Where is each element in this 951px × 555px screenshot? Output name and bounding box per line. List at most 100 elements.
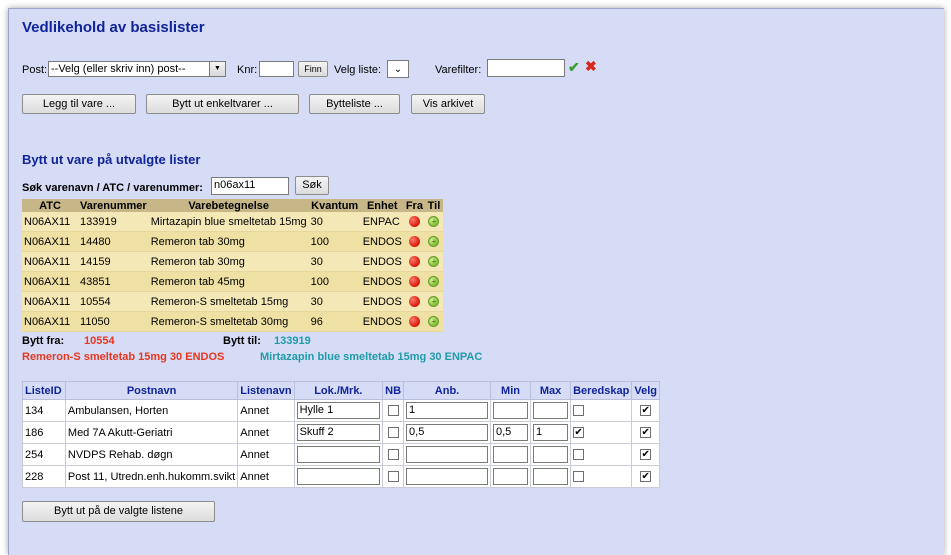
select-to-green-plus-icon[interactable]: +: [428, 216, 440, 228]
bytteliste-button[interactable]: Bytteliste ...: [309, 94, 400, 114]
table-row: N06AX11 43851 Remeron tab 45mg 100 ENDOS…: [22, 271, 443, 292]
anb-input[interactable]: [406, 468, 488, 485]
col-lok-mrk: Lok./Mrk.: [293, 381, 384, 400]
kvantum-cell: 30: [308, 291, 361, 312]
table-row: N06AX11 14480 Remeron tab 30mg 100 ENDOS…: [22, 231, 443, 252]
beredskap-checkbox[interactable]: ✔: [573, 427, 585, 439]
nb-checkbox[interactable]: [387, 405, 399, 417]
listenavn-cell: Annet: [237, 465, 295, 488]
velg-checkbox[interactable]: ✔: [640, 405, 652, 417]
col-max: Max: [530, 381, 572, 400]
til-cell[interactable]: +: [424, 212, 443, 232]
varenr-cell: 14480: [78, 231, 149, 252]
enhet-cell: ENPAC: [360, 212, 404, 232]
velg-liste-dropdown[interactable]: ⌄: [387, 60, 409, 78]
beredskap-checkbox[interactable]: [573, 405, 585, 417]
select-from-red-dot-icon[interactable]: [408, 256, 420, 268]
listenavn-cell: Annet: [237, 399, 295, 422]
til-cell[interactable]: +: [424, 251, 443, 272]
select-from-red-dot-icon[interactable]: [408, 236, 420, 248]
min-cell: [489, 399, 532, 422]
til-cell[interactable]: +: [424, 311, 443, 332]
select-to-green-plus-icon[interactable]: +: [428, 296, 440, 308]
velg-checkbox[interactable]: ✔: [640, 471, 652, 483]
fra-cell[interactable]: [403, 311, 425, 332]
bytt-ut-valgte-lister-button[interactable]: Bytt ut på de valgte listene: [22, 501, 215, 522]
sok-button[interactable]: Søk: [295, 176, 329, 195]
max-input[interactable]: [533, 402, 569, 419]
anb-input[interactable]: 1: [406, 402, 488, 419]
velg-checkbox[interactable]: ✔: [640, 449, 652, 461]
select-from-red-dot-icon[interactable]: [408, 216, 420, 228]
anb-input[interactable]: 0,5: [406, 424, 488, 441]
velg-checkbox[interactable]: ✔: [640, 427, 652, 439]
min-input[interactable]: 0,5: [493, 424, 529, 441]
lok-input[interactable]: Hylle 1: [296, 402, 381, 419]
max-input[interactable]: [533, 468, 569, 485]
til-cell[interactable]: +: [424, 271, 443, 292]
atc-cell: N06AX11: [22, 271, 79, 292]
varebetegnelse-cell: Remeron-S smeltetab 15mg: [148, 291, 309, 312]
search-label: Søk varenavn / ATC / varenummer:: [22, 182, 203, 194]
col-postnavn: Postnavn: [64, 381, 239, 400]
min-input[interactable]: [493, 468, 529, 485]
fra-cell[interactable]: [403, 271, 425, 292]
fra-cell[interactable]: [403, 291, 425, 312]
finn-button[interactable]: Finn: [298, 61, 328, 77]
lok-input[interactable]: Skuff 2: [296, 424, 381, 441]
nb-cell: [382, 443, 405, 466]
fra-cell[interactable]: [403, 231, 425, 252]
lok-input[interactable]: [296, 468, 381, 485]
nb-cell: [382, 465, 405, 488]
min-cell: 0,5: [489, 421, 532, 444]
min-input[interactable]: [493, 446, 529, 463]
nb-checkbox[interactable]: [387, 471, 399, 483]
apply-filter-check-icon[interactable]: ✔: [568, 59, 580, 76]
bytt-til-number: 133919: [274, 335, 311, 347]
select-to-green-plus-icon[interactable]: +: [428, 316, 440, 328]
til-cell[interactable]: +: [424, 291, 443, 312]
search-input[interactable]: n06ax11: [211, 177, 289, 195]
bytt-til-description: Mirtazapin blue smeltetab 15mg 30 ENPAC: [260, 351, 483, 363]
select-to-green-plus-icon[interactable]: +: [428, 276, 440, 288]
bytt-ut-enkeltvarer-button[interactable]: Bytt ut enkeltvarer ...: [146, 94, 299, 114]
col-anb: Anb.: [403, 381, 491, 400]
table-row: 254 NVDPS Rehab. døgn Annet ✔: [22, 443, 660, 466]
lists-header-row: ListeID Postnavn Listenavn Lok./Mrk. NB …: [22, 381, 660, 400]
atc-cell: N06AX11: [22, 311, 79, 332]
select-to-green-plus-icon[interactable]: +: [428, 236, 440, 248]
chevron-down-icon[interactable]: ▼: [209, 62, 225, 76]
lok-cell: [293, 443, 384, 466]
bytt-fra-label: Bytt fra:: [22, 335, 65, 347]
kvantum-cell: 30: [308, 251, 361, 272]
legg-til-vare-button[interactable]: Legg til vare ...: [22, 94, 136, 114]
select-to-green-plus-icon[interactable]: +: [428, 256, 440, 268]
nb-checkbox[interactable]: [387, 427, 399, 439]
listenavn-cell: Annet: [237, 443, 295, 466]
clear-filter-x-icon[interactable]: ✖: [585, 58, 597, 75]
varefilter-input[interactable]: [487, 59, 565, 77]
postnavn-cell: NVDPS Rehab. døgn: [64, 443, 239, 466]
fra-cell[interactable]: [403, 251, 425, 272]
beredskap-cell: ✔: [570, 421, 633, 444]
max-input[interactable]: [533, 446, 569, 463]
vis-arkivet-button[interactable]: Vis arkivet: [411, 94, 485, 114]
beredskap-checkbox[interactable]: [573, 471, 585, 483]
lok-input[interactable]: [296, 446, 381, 463]
min-cell: [489, 465, 532, 488]
knr-label: Knr:: [237, 64, 258, 76]
beredskap-checkbox[interactable]: [573, 449, 585, 461]
min-input[interactable]: [493, 402, 529, 419]
post-combobox[interactable]: --Velg (eller skriv inn) post-- ▼: [48, 61, 226, 77]
table-row: 134 Ambulansen, Horten Annet Hylle 1 1 ✔: [22, 399, 660, 422]
til-cell[interactable]: +: [424, 231, 443, 252]
select-from-red-dot-icon[interactable]: [408, 296, 420, 308]
fra-cell[interactable]: [403, 212, 425, 232]
nb-checkbox[interactable]: [387, 449, 399, 461]
knr-input[interactable]: [259, 61, 294, 77]
select-from-red-dot-icon[interactable]: [408, 316, 420, 328]
anb-input[interactable]: [406, 446, 488, 463]
post-label: Post:: [22, 64, 48, 76]
max-input[interactable]: 1: [533, 424, 569, 441]
select-from-red-dot-icon[interactable]: [408, 276, 420, 288]
